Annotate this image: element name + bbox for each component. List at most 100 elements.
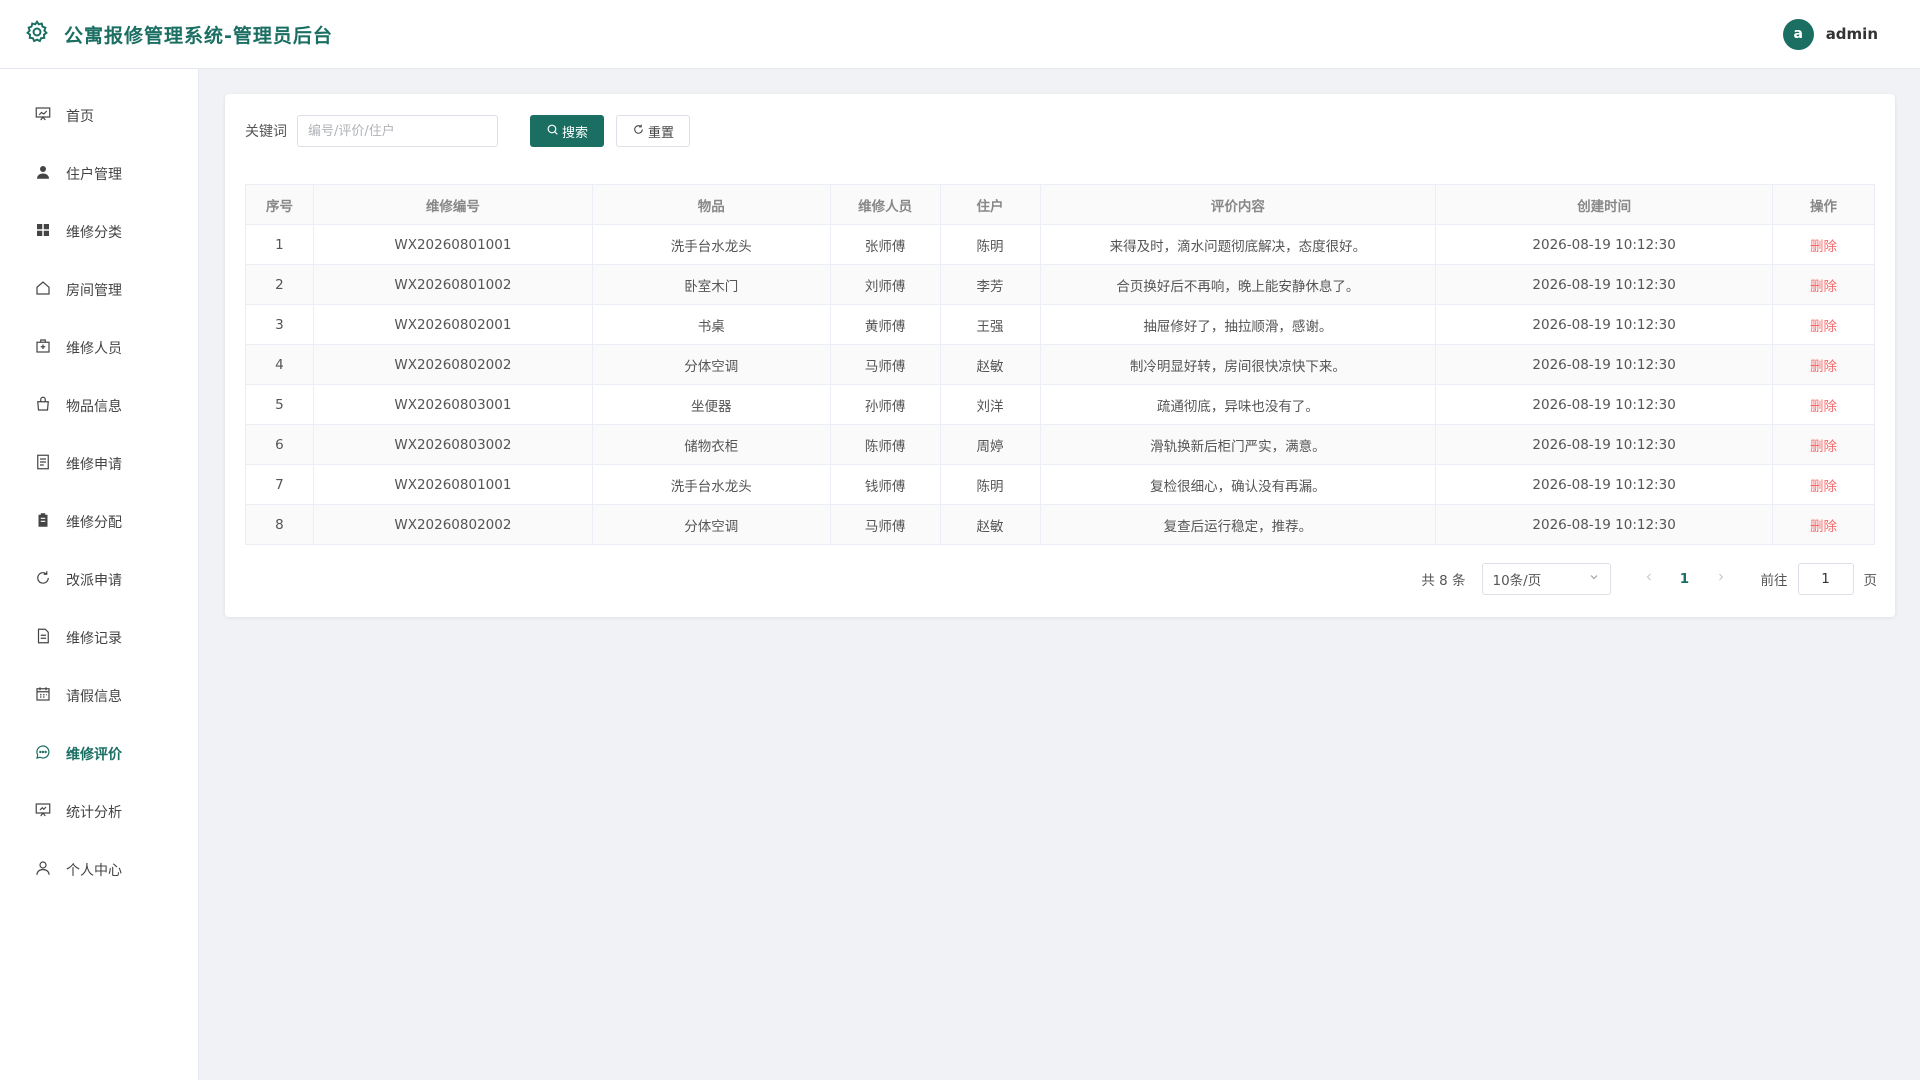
keyword-label: 关键词 xyxy=(245,124,287,140)
cell-repair-no: WX20260802002 xyxy=(312,504,593,545)
cell-index: 5 xyxy=(245,384,314,425)
delete-button[interactable]: 删除 xyxy=(1810,239,1837,255)
sidebar-item-reassign[interactable]: 改派申请 xyxy=(0,551,198,609)
goto-page-input[interactable] xyxy=(1797,563,1854,595)
prev-page-button[interactable] xyxy=(1635,571,1663,587)
user-icon xyxy=(34,859,52,881)
cell-actions: 删除 xyxy=(1772,504,1875,545)
search-button-label: 搜索 xyxy=(561,125,588,141)
sidebar-item-leave[interactable]: 请假信息 xyxy=(0,667,198,725)
username[interactable]: admin xyxy=(1826,25,1878,43)
app-title: 公寓报修管理系统-管理员后台 xyxy=(64,24,333,47)
content-card: 关键词 搜索 重置 序号 维修编号 物品 维修人员 住户 评价内容 创建时间 操… xyxy=(225,94,1895,617)
cell-review: 复查后运行稳定，推荐。 xyxy=(1039,504,1437,545)
cell-staff: 刘师傅 xyxy=(829,264,941,305)
column-header: 创建时间 xyxy=(1435,184,1773,225)
chevron-down-icon xyxy=(1588,571,1600,587)
delete-button[interactable]: 删除 xyxy=(1810,439,1837,455)
delete-button[interactable]: 删除 xyxy=(1810,399,1837,415)
delete-button[interactable]: 删除 xyxy=(1810,359,1837,375)
calendar-icon xyxy=(34,685,52,707)
cell-actions: 删除 xyxy=(1772,224,1875,265)
search-input[interactable] xyxy=(297,115,498,147)
user-menu[interactable]: a admin xyxy=(1782,18,1896,50)
delete-button[interactable]: 删除 xyxy=(1810,479,1837,495)
sidebar-item-reviews[interactable]: 维修评价 xyxy=(0,725,198,783)
cell-actions: 删除 xyxy=(1772,344,1875,385)
sidebar-item-profile[interactable]: 个人中心 xyxy=(0,841,198,899)
cell-repair-no: WX20260802002 xyxy=(312,344,593,385)
cell-staff: 钱师傅 xyxy=(829,464,941,505)
sidebar-item-staff[interactable]: 维修人员 xyxy=(0,319,198,377)
column-header: 维修编号 xyxy=(312,184,593,225)
sidebar-item-categories[interactable]: 维修分类 xyxy=(0,203,198,261)
cell-actions: 删除 xyxy=(1772,304,1875,345)
pagination: 共 8 条 10条/页 1 前往 页 xyxy=(1421,563,1877,595)
cell-review: 制冷明显好转，房间很快凉快下来。 xyxy=(1039,344,1437,385)
refresh-icon xyxy=(34,569,52,591)
sidebar-item-items[interactable]: 物品信息 xyxy=(0,377,198,435)
chevron-right-icon xyxy=(1718,573,1723,581)
sidebar-item-label: 维修分类 xyxy=(66,225,122,241)
cell-review: 疏通彻底，异味也没有了。 xyxy=(1039,384,1437,425)
cell-actions: 删除 xyxy=(1772,384,1875,425)
sidebar-item-records[interactable]: 维修记录 xyxy=(0,609,198,667)
sidebar-item-home[interactable]: 首页 xyxy=(0,87,198,145)
cell-repair-no: WX20260802001 xyxy=(312,304,593,345)
cell-item: 储物衣柜 xyxy=(591,424,831,465)
file-text-icon xyxy=(34,627,52,649)
gear-icon xyxy=(24,19,50,49)
chart-board-icon xyxy=(34,105,52,127)
sidebar-item-label: 维修申请 xyxy=(66,457,122,473)
sidebar-item-stats[interactable]: 统计分析 xyxy=(0,783,198,841)
goto-prefix: 前往 xyxy=(1760,573,1788,589)
table-row: 1 WX20260801001 洗手台水龙头 张师傅 陈明 来得及时，滴水问题彻… xyxy=(245,224,1875,265)
cell-item: 洗手台水龙头 xyxy=(591,224,831,265)
cell-item: 分体空调 xyxy=(591,504,831,545)
delete-button[interactable]: 删除 xyxy=(1810,519,1837,535)
cell-created-time: 2026-08-19 10:12:30 xyxy=(1435,424,1773,465)
sidebar-item-label: 维修评价 xyxy=(66,747,122,763)
reviews-table: 序号 维修编号 物品 维修人员 住户 评价内容 创建时间 操作 1 WX2026… xyxy=(245,184,1875,545)
cell-created-time: 2026-08-19 10:12:30 xyxy=(1435,504,1773,545)
sidebar-item-requests[interactable]: 维修申请 xyxy=(0,435,198,493)
document-icon xyxy=(34,453,52,475)
delete-button[interactable]: 删除 xyxy=(1810,279,1837,295)
cell-review: 抽屉修好了，抽拉顺滑，感谢。 xyxy=(1039,304,1437,345)
cell-review: 合页换好后不再响，晚上能安静休息了。 xyxy=(1039,264,1437,305)
cell-resident: 王强 xyxy=(939,304,1041,345)
page-number[interactable]: 1 xyxy=(1671,571,1699,587)
chat-dots-icon xyxy=(34,743,52,765)
cell-review: 复检很细心，确认没有再漏。 xyxy=(1039,464,1437,505)
cell-item: 坐便器 xyxy=(591,384,831,425)
cell-item: 洗手台水龙头 xyxy=(591,464,831,505)
page-size-value: 10条/页 xyxy=(1492,573,1542,589)
cell-repair-no: WX20260801001 xyxy=(312,224,593,265)
avatar[interactable]: a xyxy=(1782,18,1814,50)
sidebar-item-label: 房间管理 xyxy=(66,283,122,299)
table-row: 8 WX20260802002 分体空调 马师傅 赵敏 复查后运行稳定，推荐。 … xyxy=(245,504,1875,545)
sidebar-item-label: 维修人员 xyxy=(66,341,122,357)
cell-resident: 刘洋 xyxy=(939,384,1041,425)
sidebar-item-residents[interactable]: 住户管理 xyxy=(0,145,198,203)
search-icon xyxy=(546,123,559,140)
cell-resident: 赵敏 xyxy=(939,504,1041,545)
chevron-left-icon xyxy=(1646,573,1651,581)
cell-resident: 赵敏 xyxy=(939,344,1041,385)
sidebar-item-assign[interactable]: 维修分配 xyxy=(0,493,198,551)
table-header-row: 序号 维修编号 物品 维修人员 住户 评价内容 创建时间 操作 xyxy=(245,184,1875,225)
cell-index: 1 xyxy=(245,224,314,265)
cell-index: 7 xyxy=(245,464,314,505)
delete-button[interactable]: 删除 xyxy=(1810,319,1837,335)
cell-index: 4 xyxy=(245,344,314,385)
top-header: 公寓报修管理系统-管理员后台 a admin xyxy=(0,0,1920,69)
reset-button[interactable]: 重置 xyxy=(616,115,690,147)
cell-staff: 黄师傅 xyxy=(829,304,941,345)
page-size-select[interactable]: 10条/页 xyxy=(1481,563,1611,595)
table-row: 3 WX20260802001 书桌 黄师傅 王强 抽屉修好了，抽拉顺滑，感谢。… xyxy=(245,304,1875,345)
cell-review: 来得及时，滴水问题彻底解决，态度很好。 xyxy=(1039,224,1437,265)
cell-review: 滑轨换新后柜门严实，满意。 xyxy=(1039,424,1437,465)
search-button[interactable]: 搜索 xyxy=(530,115,604,147)
next-page-button[interactable] xyxy=(1707,571,1735,587)
sidebar-item-rooms[interactable]: 房间管理 xyxy=(0,261,198,319)
